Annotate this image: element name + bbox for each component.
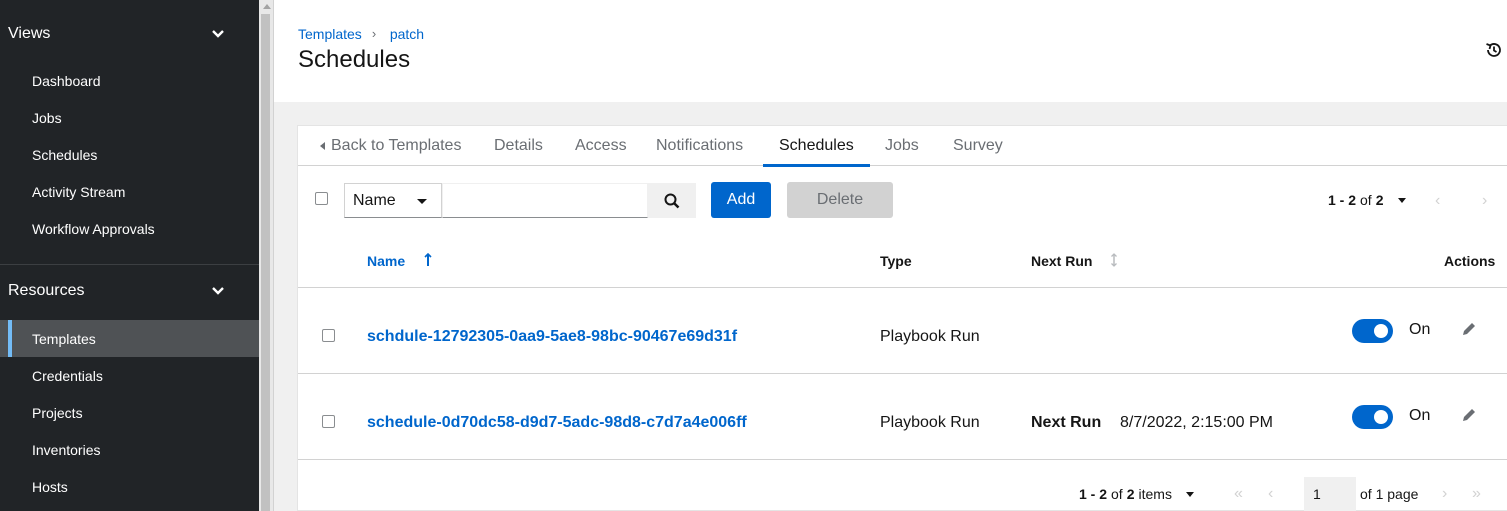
sidebar-item-jobs[interactable]: Jobs xyxy=(0,99,259,136)
search-icon xyxy=(664,193,680,208)
next-run-value: 8/7/2022, 2:15:00 PM xyxy=(1120,414,1273,431)
caret-left-icon xyxy=(320,142,325,150)
row-divider xyxy=(298,459,1507,460)
sort-icon[interactable] xyxy=(1110,252,1118,268)
last-page-icon[interactable]: » xyxy=(1472,486,1482,502)
chevron-down-icon xyxy=(212,30,224,38)
schedule-enabled-toggle[interactable] xyxy=(1352,405,1393,429)
bottom-pagination-toggle[interactable]: 1 - 2 of 2 items xyxy=(1079,486,1194,502)
nav-group-views[interactable]: Views xyxy=(0,14,259,54)
next-page-icon[interactable]: › xyxy=(1442,486,1452,502)
pagination-of: of xyxy=(1111,486,1123,502)
delete-button[interactable]: Delete xyxy=(787,182,893,218)
first-page-icon[interactable]: « xyxy=(1234,486,1244,502)
row-divider xyxy=(298,287,1507,288)
schedule-type: Playbook Run xyxy=(880,328,980,345)
tab-back-to-templates[interactable]: Back to Templates xyxy=(304,126,477,166)
search-button[interactable] xyxy=(648,183,696,218)
history-icon[interactable] xyxy=(1484,40,1504,60)
nav-group-resources-label: Resources xyxy=(8,282,85,299)
sidebar: Views Dashboard Jobs Schedules Activity … xyxy=(0,0,259,511)
page-header: Templates › patch Schedules xyxy=(274,0,1507,102)
row-checkbox[interactable] xyxy=(322,415,335,428)
sidebar-item-inventories[interactable]: Inventories xyxy=(0,431,259,468)
toggle-label: On xyxy=(1409,321,1431,338)
nav-group-resources[interactable]: Resources xyxy=(0,271,259,311)
edit-icon[interactable] xyxy=(1461,321,1477,337)
select-all-checkbox[interactable] xyxy=(315,192,328,205)
toggle-label: On xyxy=(1409,407,1431,424)
tab-bar: Back to Templates Details Access Notific… xyxy=(298,126,1507,167)
next-page-icon[interactable]: › xyxy=(1482,193,1492,209)
column-header-type: Type xyxy=(880,253,912,269)
pagination-total: 2 xyxy=(1375,192,1384,208)
scroll-up-icon[interactable] xyxy=(263,4,271,9)
tab-details[interactable]: Details xyxy=(478,126,559,166)
breadcrumb-separator-icon: › xyxy=(371,26,377,41)
schedule-name-link[interactable]: schedule-0d70dc58-d9d7-5adc-98d8-c7d7a4e… xyxy=(367,414,747,432)
previous-page-icon[interactable]: ‹ xyxy=(1268,486,1278,502)
caret-down-icon xyxy=(1185,491,1194,497)
caret-down-icon xyxy=(1397,197,1406,203)
edit-icon[interactable] xyxy=(1461,407,1477,423)
sidebar-item-templates[interactable]: Templates xyxy=(0,320,259,357)
sidebar-item-projects[interactable]: Projects xyxy=(0,394,259,431)
filter-field-select[interactable]: Name xyxy=(344,183,442,218)
sidebar-item-activity-stream[interactable]: Activity Stream xyxy=(0,173,259,210)
sidebar-item-credentials[interactable]: Credentials xyxy=(0,357,259,394)
tab-schedules[interactable]: Schedules xyxy=(763,126,870,167)
chevron-down-icon xyxy=(212,287,224,295)
tab-jobs[interactable]: Jobs xyxy=(869,126,935,166)
tab-label: Back to Templates xyxy=(331,137,462,154)
caret-down-icon xyxy=(417,199,427,204)
tab-access[interactable]: Access xyxy=(559,126,643,166)
breadcrumb: Templates › patch xyxy=(298,26,424,42)
total-pages-label: of 1 page xyxy=(1360,486,1419,502)
column-header-actions: Actions xyxy=(1444,253,1496,269)
nav-divider xyxy=(0,264,259,265)
tab-survey[interactable]: Survey xyxy=(937,126,1019,166)
filter-field-label: Name xyxy=(353,191,396,209)
breadcrumb-templates[interactable]: Templates xyxy=(298,26,362,42)
sidebar-item-hosts[interactable]: Hosts xyxy=(0,468,259,505)
pagination-toggle[interactable]: 1 - 2 of 2 xyxy=(1328,192,1406,208)
sort-ascending-icon[interactable] xyxy=(424,253,432,267)
search-input[interactable] xyxy=(442,183,648,218)
sidebar-scrollbar[interactable] xyxy=(259,0,274,511)
nav-group-views-label: Views xyxy=(8,25,51,42)
scrollbar-thumb[interactable] xyxy=(261,14,270,511)
page-number-input[interactable]: 1 xyxy=(1304,477,1356,511)
schedule-type: Playbook Run xyxy=(880,414,980,431)
breadcrumb-patch[interactable]: patch xyxy=(390,26,424,42)
column-header-name[interactable]: Name xyxy=(367,253,405,269)
page-title: Schedules xyxy=(298,46,411,73)
pagination-of: of xyxy=(1360,192,1372,208)
column-header-next-run[interactable]: Next Run xyxy=(1031,253,1092,269)
pagination-total: 2 xyxy=(1126,486,1135,502)
add-button[interactable]: Add xyxy=(711,182,771,218)
sidebar-item-workflow-approvals[interactable]: Workflow Approvals xyxy=(0,210,259,247)
pagination-range: 1 - 2 xyxy=(1079,486,1108,502)
sidebar-item-schedules[interactable]: Schedules xyxy=(0,136,259,173)
tab-notifications[interactable]: Notifications xyxy=(640,126,759,166)
sidebar-item-dashboard[interactable]: Dashboard xyxy=(0,62,259,99)
previous-page-icon[interactable]: ‹ xyxy=(1435,193,1445,209)
next-run-label: Next Run xyxy=(1031,414,1102,431)
pagination-items-word: items xyxy=(1138,486,1172,502)
row-checkbox[interactable] xyxy=(322,329,335,342)
row-divider xyxy=(298,373,1507,374)
schedule-enabled-toggle[interactable] xyxy=(1352,319,1393,343)
schedules-card: Back to Templates Details Access Notific… xyxy=(297,125,1507,511)
pagination-range: 1 - 2 xyxy=(1328,192,1357,208)
schedule-name-link[interactable]: schdule-12792305-0aa9-5ae8-98bc-90467e69… xyxy=(367,328,737,346)
